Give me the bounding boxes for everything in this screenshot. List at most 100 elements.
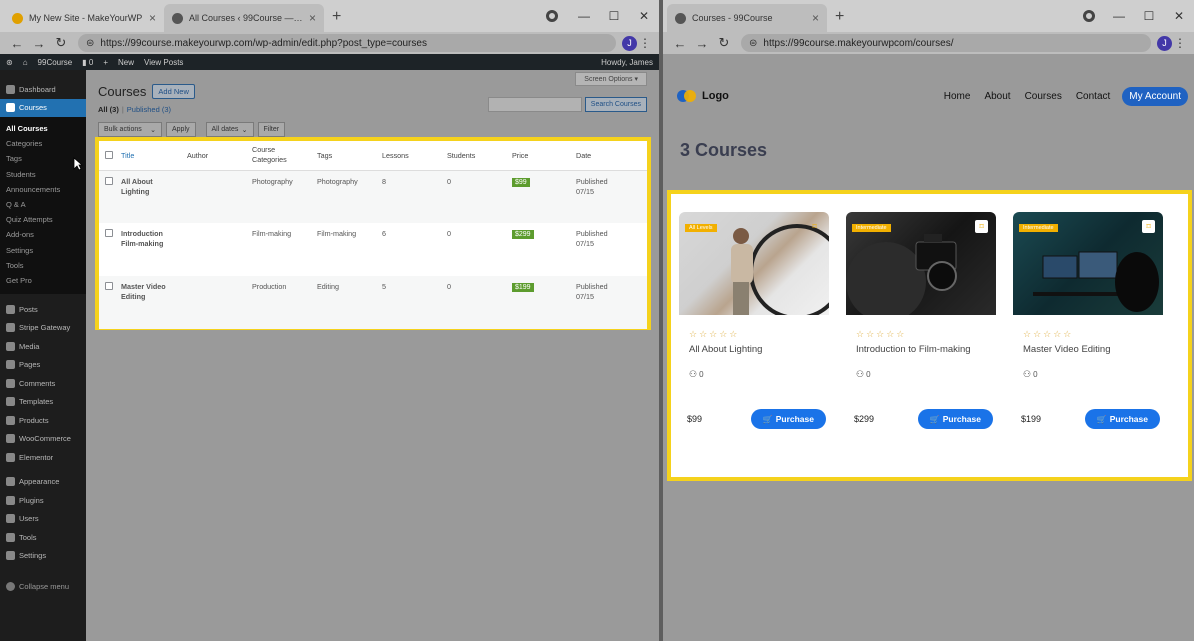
submenu-announcements[interactable]: Announcements	[0, 182, 86, 197]
back-icon[interactable]: ←	[669, 36, 691, 51]
course-card[interactable]: Intermediate ⌑ ☆☆☆☆☆ Introduction to Fil…	[846, 212, 996, 477]
cell-category[interactable]: Production	[248, 276, 313, 329]
search-input[interactable]	[487, 97, 582, 112]
submenu-get-pro[interactable]: Get Pro	[0, 273, 86, 288]
maximize-icon[interactable]: ☐	[1134, 9, 1164, 23]
nav-courses[interactable]: Courses	[1025, 91, 1062, 102]
sidebar-item-users[interactable]: Users	[0, 510, 86, 529]
course-thumbnail[interactable]: Intermediate ⌑	[1013, 212, 1163, 315]
submenu-categories[interactable]: Categories	[0, 136, 86, 151]
more-menu-icon[interactable]: ⋮	[637, 36, 653, 50]
select-all-checkbox[interactable]	[105, 151, 113, 160]
site-info-icon[interactable]: ⊜	[86, 38, 94, 49]
filter-button[interactable]: Filter	[257, 122, 286, 137]
adminbar-site[interactable]: 99Course	[38, 58, 73, 67]
close-tab-icon[interactable]: ×	[149, 11, 156, 25]
submenu-add-ons[interactable]: Add-ons	[0, 227, 86, 242]
wp-logo-icon[interactable]: ⊛	[6, 58, 13, 67]
forward-icon[interactable]: →	[28, 36, 50, 51]
minimize-icon[interactable]: —	[1104, 9, 1134, 23]
row-checkbox[interactable]	[105, 176, 113, 185]
purchase-button[interactable]: 🛒 Purchase	[750, 409, 826, 429]
submenu-all-courses[interactable]: All Courses	[0, 121, 86, 136]
course-card[interactable]: Intermediate ⌑ ☆☆☆☆☆ Master Video Editin…	[1013, 212, 1163, 477]
cell-tags[interactable]: Film-making	[313, 223, 378, 276]
sidebar-item-dashboard[interactable]: Dashboard	[0, 80, 86, 99]
back-icon[interactable]: ←	[6, 36, 28, 51]
new-tab-icon[interactable]: +	[835, 8, 844, 26]
site-info-icon[interactable]: ⊜	[749, 38, 757, 49]
close-tab-icon[interactable]: ×	[812, 11, 819, 25]
screen-options-button[interactable]: Screen Options ▾	[575, 72, 647, 86]
sidebar-item-woocommerce[interactable]: WooCommerce	[0, 430, 86, 449]
course-thumbnail[interactable]: All Levels ⌑	[679, 212, 829, 315]
url-input[interactable]: ⊜ https://99course.makeyourwpcom/courses…	[741, 34, 1151, 52]
close-window-icon[interactable]: ✕	[1164, 9, 1194, 23]
submenu-tools[interactable]: Tools	[0, 258, 86, 273]
cell-tags[interactable]: Editing	[313, 276, 378, 329]
course-title-link[interactable]: Master Video Editing	[117, 276, 183, 329]
sidebar-item-comments[interactable]: Comments	[0, 374, 86, 393]
search-courses-button[interactable]: Search Courses	[584, 97, 647, 112]
cell-category[interactable]: Photography	[248, 170, 313, 223]
reload-icon[interactable]: ↻	[50, 35, 72, 51]
sidebar-item-settings[interactable]: Settings	[0, 547, 86, 566]
profile-avatar[interactable]: J	[622, 35, 637, 51]
more-menu-icon[interactable]: ⋮	[1172, 36, 1188, 50]
record-icon[interactable]	[1083, 10, 1095, 22]
column-title[interactable]: Title	[117, 141, 183, 171]
browser-tab-active[interactable]: All Courses ‹ 99Course — WordP ×	[164, 4, 324, 32]
close-tab-icon[interactable]: ×	[309, 11, 316, 25]
browser-tab[interactable]: My New Site - MakeYourWP ×	[4, 4, 164, 32]
course-title-link[interactable]: Introduction Film-making	[117, 223, 183, 276]
course-title[interactable]: Introduction to Film-making	[856, 344, 996, 355]
comment-icon[interactable]: ▮ 0	[82, 58, 93, 67]
adminbar-howdy[interactable]: Howdy, James	[601, 58, 653, 67]
nav-home[interactable]: Home	[944, 91, 971, 102]
purchase-button[interactable]: 🛒 Purchase	[1084, 409, 1160, 429]
profile-avatar[interactable]: J	[1157, 35, 1172, 51]
course-title[interactable]: Master Video Editing	[1023, 344, 1163, 355]
close-window-icon[interactable]: ✕	[629, 9, 659, 23]
adminbar-view-posts[interactable]: View Posts	[144, 58, 183, 67]
browser-tab-active[interactable]: Courses - 99Course ×	[667, 4, 827, 32]
sidebar-item-media[interactable]: Media	[0, 337, 86, 356]
purchase-button[interactable]: 🛒 Purchase	[917, 409, 993, 429]
view-all[interactable]: All (3)	[98, 105, 119, 114]
view-published[interactable]: Published (3)	[127, 105, 171, 114]
adminbar-new[interactable]: New	[118, 58, 134, 67]
nav-about[interactable]: About	[984, 91, 1010, 102]
dates-select[interactable]: All dates ⌄	[205, 122, 254, 137]
my-account-button[interactable]: My Account	[1122, 86, 1188, 106]
apply-button[interactable]: Apply	[166, 122, 196, 137]
course-thumbnail[interactable]: Intermediate ⌑	[846, 212, 996, 315]
sidebar-item-posts[interactable]: Posts	[0, 300, 86, 319]
bulk-actions-select[interactable]: Bulk actions ⌄	[98, 122, 162, 137]
sidebar-item-stripe-gateway[interactable]: Stripe Gateway	[0, 319, 86, 338]
submenu-qa[interactable]: Q & A	[0, 197, 86, 212]
bookmark-icon[interactable]: ⌑	[975, 220, 988, 233]
add-new-button[interactable]: Add New	[152, 84, 195, 99]
cell-tags[interactable]: Photography	[313, 170, 378, 223]
sidebar-item-elementor[interactable]: Elementor	[0, 448, 86, 467]
bookmark-icon[interactable]: ⌑	[1142, 220, 1155, 233]
sidebar-item-pages[interactable]: Pages	[0, 356, 86, 375]
sidebar-item-products[interactable]: Products	[0, 411, 86, 430]
sidebar-item-tools[interactable]: Tools	[0, 528, 86, 547]
forward-icon[interactable]: →	[691, 36, 713, 51]
minimize-icon[interactable]: —	[569, 9, 599, 23]
course-title-link[interactable]: All About Lighting	[117, 170, 183, 223]
course-title[interactable]: All About Lighting	[689, 344, 829, 355]
collapse-menu[interactable]: Collapse menu	[6, 582, 69, 591]
reload-icon[interactable]: ↻	[713, 35, 735, 51]
submenu-settings[interactable]: Settings	[0, 243, 86, 258]
bookmark-icon[interactable]: ⌑	[808, 220, 821, 233]
record-icon[interactable]	[546, 10, 558, 22]
sidebar-item-courses[interactable]: Courses	[0, 98, 86, 117]
row-checkbox[interactable]	[105, 282, 113, 290]
nav-contact[interactable]: Contact	[1076, 91, 1110, 102]
maximize-icon[interactable]: ☐	[599, 9, 629, 23]
cell-category[interactable]: Film-making	[248, 223, 313, 276]
new-tab-icon[interactable]: +	[332, 8, 341, 26]
submenu-quiz-attempts[interactable]: Quiz Attempts	[0, 212, 86, 227]
